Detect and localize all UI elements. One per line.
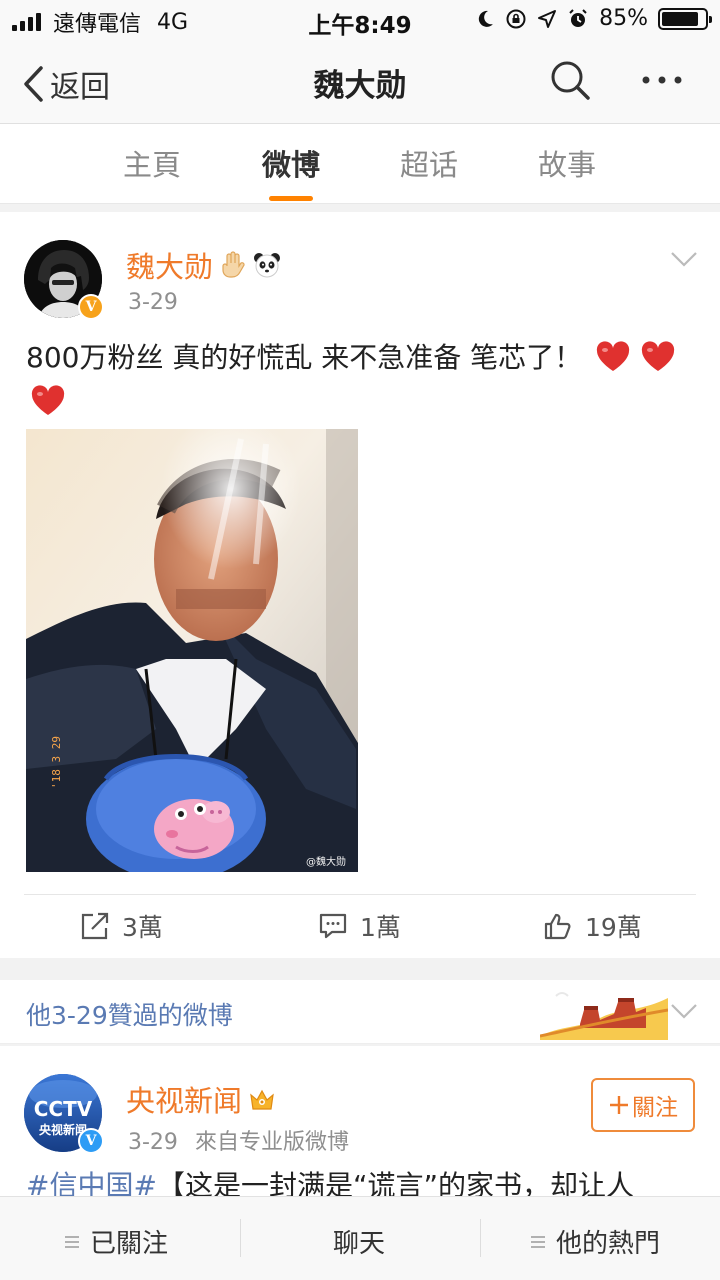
post-date: 3-29 xyxy=(128,1130,178,1155)
hand-badge-icon xyxy=(222,251,245,278)
hot-posts-label: 他的熱門 xyxy=(556,1229,661,1259)
cctv-logo: CCTV xyxy=(34,1097,93,1121)
repost-count: 3萬 xyxy=(122,913,163,942)
great-wall-image xyxy=(540,992,668,1040)
profile-tabs: 主頁 微博 超话 故事 xyxy=(0,124,720,204)
author-name: 魏大勋 xyxy=(126,250,214,284)
following-label: 已關注 xyxy=(90,1229,169,1259)
heart-emoji-icon xyxy=(596,341,630,371)
hashtag-link[interactable]: #信中国# xyxy=(26,1169,157,1198)
post-actions: 3萬 1萬 19萬 xyxy=(0,896,720,956)
panda-badge-icon xyxy=(254,253,281,278)
crown-badge-icon xyxy=(250,1089,274,1110)
verified-badge: V xyxy=(78,294,104,320)
chevron-down-icon[interactable] xyxy=(670,1002,698,1020)
divider xyxy=(480,1219,481,1257)
repost-icon xyxy=(81,912,109,940)
chat-button[interactable]: 聊天 xyxy=(333,1223,385,1260)
follow-button[interactable]: 關注 xyxy=(591,1078,695,1132)
more-icon[interactable] xyxy=(638,62,686,98)
post-meta: 3-29 來自专业版微博 xyxy=(128,1124,349,1156)
rotation-lock-icon xyxy=(506,9,526,28)
search-icon[interactable] xyxy=(548,58,592,102)
moon-icon xyxy=(478,10,494,27)
divider xyxy=(240,1219,241,1257)
comment-icon xyxy=(319,913,347,939)
battery-fill xyxy=(662,11,698,26)
repost-button[interactable]: 3萬 xyxy=(80,908,163,944)
nav-bar: 返回 魏大勋 xyxy=(0,40,720,124)
hot-posts-button[interactable]: 他的熱門 xyxy=(530,1223,660,1260)
battery-icon xyxy=(658,7,712,30)
menu-icon xyxy=(65,1235,79,1248)
author-name: 央视新闻 xyxy=(126,1084,243,1118)
comment-count: 1萬 xyxy=(360,913,401,942)
verified-badge: V xyxy=(78,1128,104,1154)
like-button[interactable]: 19萬 xyxy=(543,908,642,944)
thumbs-up-icon xyxy=(544,913,571,940)
post-photo[interactable]: '18 3 29 @魏大勋 xyxy=(26,429,358,872)
chat-label: 聊天 xyxy=(333,1229,386,1259)
battery-percent: 85% xyxy=(599,6,648,31)
photo-watermark: @魏大勋 xyxy=(306,855,346,868)
liked-section-header[interactable]: 他3-29贊過的微博 xyxy=(0,980,720,1044)
post-date: 3-29 xyxy=(128,290,178,315)
chevron-down-icon[interactable] xyxy=(670,250,698,268)
tab-super-topic[interactable]: 超话 xyxy=(379,142,479,184)
tab-weibo[interactable]: 微博 xyxy=(241,142,341,201)
status-right: 85% xyxy=(475,6,712,31)
post-source: 來自专业版微博 xyxy=(194,1130,349,1155)
comment-button[interactable]: 1萬 xyxy=(318,908,401,944)
like-count: 19萬 xyxy=(585,913,642,942)
post-author[interactable]: 央视新闻 xyxy=(126,1078,276,1120)
tab-stories[interactable]: 故事 xyxy=(517,142,617,184)
liked-section-label: 他3-29贊過的微博 xyxy=(26,1001,233,1030)
divider xyxy=(24,894,696,895)
following-button[interactable]: 已關注 xyxy=(64,1223,168,1260)
post-author[interactable]: 魏大勋 xyxy=(126,244,281,286)
status-bar: 遠傳電信 4G 上午8:49 85% xyxy=(0,0,720,40)
plus-icon xyxy=(610,1096,628,1114)
post-card[interactable]: CCTV 央视新闻 V 央视新闻 3-29 來自专业版微博 關注 #信中国#【这… xyxy=(0,1046,720,1198)
menu-icon xyxy=(531,1235,545,1248)
heart-emoji-icon xyxy=(641,341,675,371)
follow-label: 關注 xyxy=(632,1095,678,1121)
post-body: 【这是一封满是“谎言”的家书，却让人 xyxy=(156,1169,634,1198)
photo-date-stamp: '18 3 29 xyxy=(50,736,63,789)
heart-emoji-icon xyxy=(31,385,65,415)
post-card[interactable]: V 魏大勋 3-29 800万粉丝 真的好慌乱 来不急准备 笔芯了！ '18 3… xyxy=(0,212,720,958)
alarm-icon xyxy=(569,8,587,27)
post-text: 800万粉丝 真的好慌乱 来不急准备 笔芯了！ xyxy=(26,336,698,424)
bottom-bar: 已關注 聊天 他的熱門 xyxy=(0,1196,720,1280)
post-text: #信中国#【这是一封满是“谎言”的家书，却让人 xyxy=(26,1164,698,1198)
post-body: 800万粉丝 真的好慌乱 来不急准备 笔芯了！ xyxy=(26,341,583,374)
page-title: 魏大勋 xyxy=(313,68,407,104)
location-icon xyxy=(538,9,557,28)
tab-home[interactable]: 主頁 xyxy=(102,142,202,184)
